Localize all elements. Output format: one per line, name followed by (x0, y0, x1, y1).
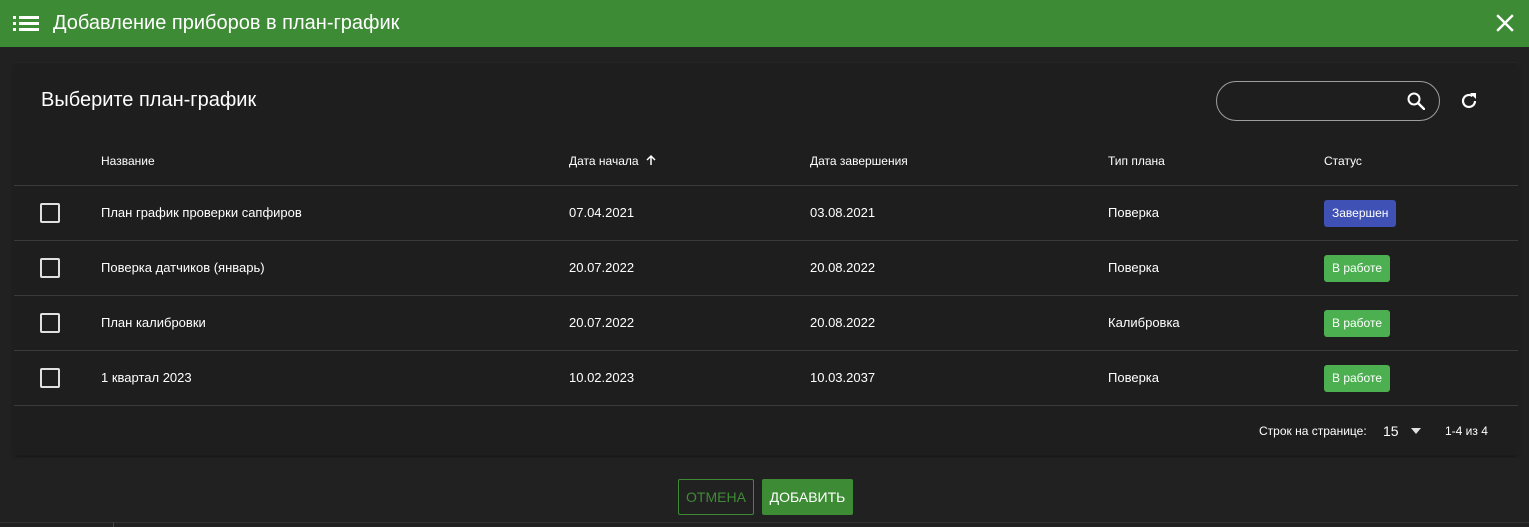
row-checkbox[interactable] (40, 368, 60, 388)
cell-type: Поверка (1108, 370, 1159, 385)
table-row[interactable]: Поверка датчиков (январь) 20.07.2022 20.… (14, 241, 1518, 296)
row-checkbox[interactable] (40, 203, 60, 223)
rows-per-page-select[interactable]: 15 (1380, 419, 1426, 443)
search-icon[interactable] (1407, 92, 1425, 110)
cell-end-date: 20.08.2022 (810, 260, 876, 275)
close-icon[interactable] (1496, 14, 1514, 32)
table-pagination: Строк на странице: 15 1-4 из 4 (14, 407, 1518, 455)
table-header: Название Дата начала Дата завершения Тип… (14, 140, 1518, 186)
row-checkbox[interactable] (40, 313, 60, 333)
table-row[interactable]: 1 квартал 2023 10.02.2023 10.03.2037 Пов… (14, 351, 1518, 406)
cell-name: План калибровки (101, 315, 206, 330)
table-row[interactable]: План график проверки сапфиров 07.04.2021… (14, 186, 1518, 241)
column-header-start-label: Дата начала (569, 154, 639, 168)
cell-name: 1 квартал 2023 (101, 370, 192, 385)
cell-type: Поверка (1108, 260, 1159, 275)
status-badge: В работе (1324, 255, 1391, 282)
card-title: Выберите план-график (41, 89, 257, 111)
status-badge: Завершен (1324, 200, 1397, 227)
column-header-status[interactable]: Статус (1324, 140, 1362, 183)
row-checkbox[interactable] (40, 258, 60, 278)
search-input[interactable] (1231, 82, 1401, 120)
cell-name: Поверка датчиков (январь) (101, 260, 265, 275)
cell-start-date: 20.07.2022 (569, 315, 635, 330)
column-header-start-date[interactable]: Дата начала (569, 140, 657, 183)
cell-type: Поверка (1108, 205, 1159, 220)
plans-table: Название Дата начала Дата завершения Тип… (14, 140, 1518, 406)
cell-type: Калибровка (1108, 315, 1180, 330)
chevron-down-icon (1411, 428, 1421, 434)
cell-start-date: 10.02.2023 (569, 370, 635, 385)
rows-per-page-label: Строк на странице: (1259, 424, 1367, 438)
divider-tick (113, 522, 114, 527)
divider (0, 522, 1529, 523)
plan-selection-card: Выберите план-график Название Дата начал… (14, 63, 1518, 455)
cell-start-date: 07.04.2021 (569, 205, 635, 220)
cell-start-date: 20.07.2022 (569, 260, 635, 275)
cell-end-date: 20.08.2022 (810, 315, 876, 330)
cell-end-date: 10.03.2037 (810, 370, 876, 385)
add-button[interactable]: Добавить (762, 479, 853, 515)
dialog-title: Добавление приборов в план-график (53, 12, 400, 34)
table-row[interactable]: План калибровки 20.07.2022 20.08.2022 Ка… (14, 296, 1518, 351)
column-header-name[interactable]: Название (101, 140, 155, 183)
search-field[interactable] (1216, 81, 1440, 121)
refresh-icon[interactable] (1459, 91, 1479, 111)
cell-end-date: 03.08.2021 (810, 205, 876, 220)
rows-per-page-value: 15 (1383, 423, 1399, 439)
cancel-button[interactable]: Отмена (678, 479, 754, 515)
status-badge: В работе (1324, 365, 1391, 392)
list-icon (13, 16, 39, 31)
cell-name: План график проверки сапфиров (101, 205, 302, 220)
column-header-type[interactable]: Тип плана (1108, 140, 1165, 183)
dialog-header: Добавление приборов в план-график (0, 0, 1529, 47)
arrow-up-icon (646, 154, 656, 165)
status-badge: В работе (1324, 310, 1391, 337)
column-header-end-date[interactable]: Дата завершения (810, 140, 908, 183)
pagination-range: 1-4 из 4 (1445, 424, 1488, 438)
